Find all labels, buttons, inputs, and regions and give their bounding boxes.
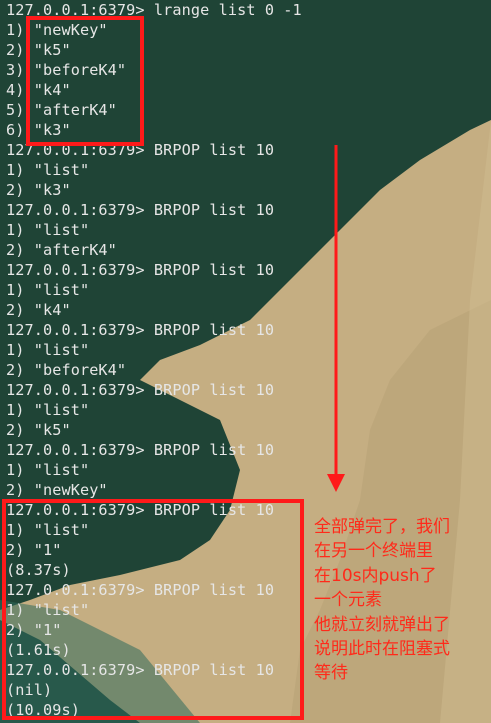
annotation-note: 全部弹完了，我们 在另一个终端里 在10s内push了 一个元素 他就立刻就弹出… [314, 517, 450, 684]
